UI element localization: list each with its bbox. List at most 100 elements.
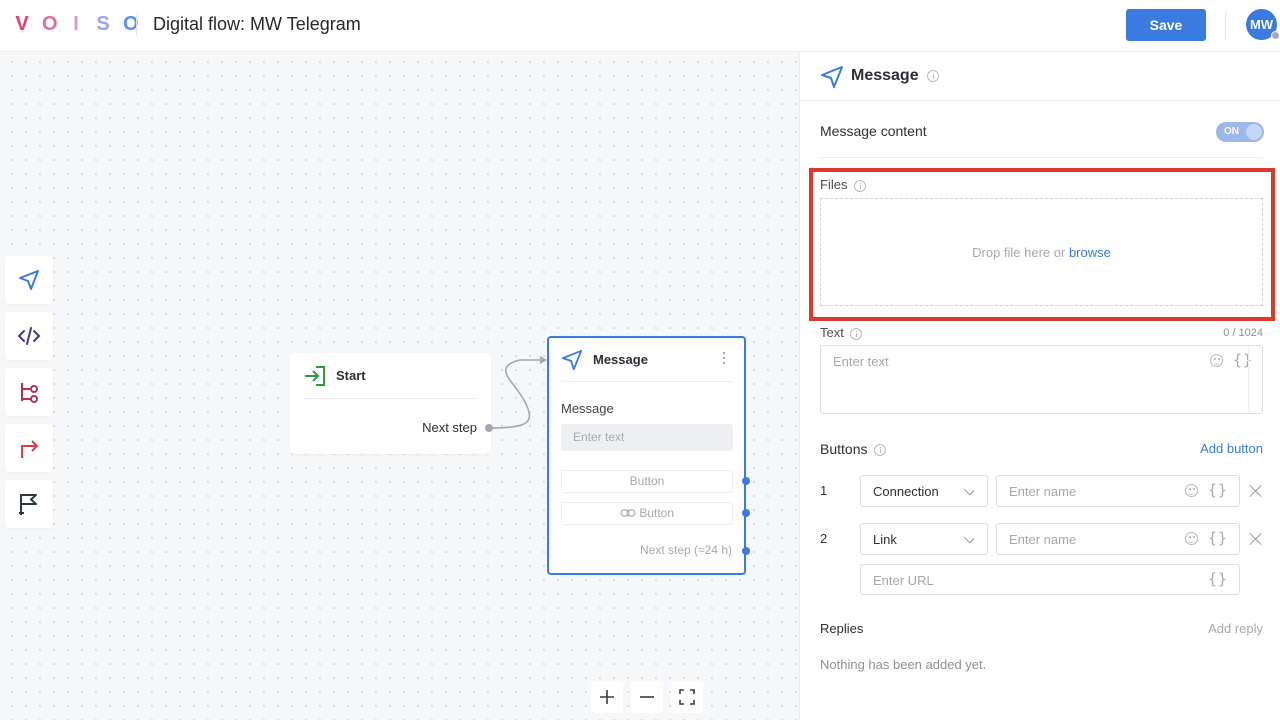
logo-letter: I [73, 13, 79, 35]
panel-title: Message [851, 67, 940, 85]
user-avatar[interactable]: MW [1246, 9, 1280, 40]
link-button-label: Button [639, 506, 675, 520]
node-header: Start [304, 353, 477, 399]
avatar-initials: MW [1249, 17, 1274, 32]
more-options-icon[interactable] [722, 352, 726, 364]
text-label: Text [820, 325, 863, 340]
input-placeholder: Enter URL [873, 573, 934, 588]
select-value: Connection [873, 484, 939, 499]
voiso-logo[interactable]: V O I S O [15, 13, 139, 36]
info-icon[interactable] [874, 444, 887, 457]
message-preview[interactable]: Enter text [561, 424, 733, 451]
buttons-label-text: Buttons [820, 441, 868, 457]
flow-canvas[interactable]: Start Next step Message Message Enter te… [0, 52, 799, 720]
fullscreen-icon [679, 689, 695, 705]
toggle-label: ON [1224, 126, 1239, 137]
add-button-link[interactable]: Add button [1200, 441, 1263, 456]
node-header: Message [561, 338, 732, 382]
save-button[interactable]: Save [1126, 9, 1206, 41]
divider [820, 157, 1263, 158]
button-type-select[interactable]: Connection [860, 475, 988, 507]
node-title: Start [336, 368, 366, 383]
message-label: Message [561, 401, 614, 416]
button-index: 2 [820, 531, 828, 546]
panel-title-text: Message [851, 67, 919, 84]
input-placeholder: Enter name [1009, 532, 1077, 547]
node-link-button[interactable]: Button [561, 502, 733, 525]
buttons-label: Buttons [820, 441, 887, 457]
add-reply-link[interactable]: Add reply [1208, 621, 1263, 636]
variables-icon[interactable]: {} [1208, 529, 1228, 547]
start-node[interactable]: Start Next step [290, 353, 493, 454]
next-step-label: Next step (≈24 h) [640, 543, 732, 557]
button-name-input[interactable]: Enter name {} [996, 523, 1240, 555]
scrollbar[interactable] [1248, 346, 1262, 413]
info-icon[interactable] [854, 179, 867, 192]
text-input[interactable]: Enter text {} [820, 345, 1263, 414]
button-url-input[interactable]: Enter URL {} [860, 564, 1240, 595]
redirect-icon [21, 440, 38, 458]
remove-button-icon[interactable] [1250, 533, 1262, 545]
button-index: 1 [820, 483, 828, 498]
top-bar: V O I S O Digital flow: MW Telegram Save… [0, 0, 1280, 52]
select-value: Link [873, 532, 897, 547]
output-port[interactable] [485, 424, 493, 432]
replies-label: Replies [820, 621, 864, 636]
remove-button-icon[interactable] [1250, 485, 1262, 497]
page-title: Digital flow: MW Telegram [153, 14, 361, 34]
tool-code[interactable] [5, 312, 53, 360]
header-divider [136, 15, 137, 35]
node-title: Message [593, 352, 648, 367]
properties-panel: Message Message content ON Files Drop fi… [799, 52, 1280, 720]
message-content-label: Message content [820, 123, 927, 139]
tool-message[interactable] [5, 256, 53, 304]
emoji-icon[interactable] [1185, 532, 1198, 545]
variables-icon[interactable]: {} [1208, 570, 1228, 588]
branch-icon [21, 383, 38, 403]
info-icon[interactable] [850, 327, 863, 340]
emoji-icon[interactable] [1210, 354, 1223, 367]
tool-finish[interactable] [5, 480, 53, 528]
send-icon [19, 270, 39, 290]
button-name-input[interactable]: Enter name {} [996, 475, 1240, 507]
logo-letter: V [15, 13, 29, 35]
chevron-down-icon [963, 532, 975, 544]
header-divider [1225, 12, 1226, 38]
chevron-down-icon [963, 484, 975, 496]
output-port[interactable] [742, 547, 750, 555]
code-icon [17, 327, 41, 345]
logo-letter: O [123, 13, 139, 35]
panel-header: Message [800, 52, 1280, 101]
files-label-text: Files [820, 177, 848, 192]
send-icon [821, 66, 843, 88]
node-button[interactable]: Button [561, 470, 733, 493]
status-indicator [1271, 31, 1280, 40]
fit-view-button[interactable] [671, 681, 703, 713]
dropzone-text: Drop file here or [972, 244, 1069, 260]
send-icon [561, 349, 583, 370]
input-placeholder: Enter name [1009, 484, 1077, 499]
flag-icon [19, 494, 37, 515]
files-label: Files [820, 177, 867, 192]
output-port[interactable] [742, 509, 750, 517]
info-icon[interactable] [927, 69, 940, 82]
logo-letter: S [96, 13, 110, 35]
logo-letter: O [42, 13, 58, 35]
browse-link[interactable]: browse [1069, 245, 1111, 260]
text-label-text: Text [820, 325, 844, 340]
tool-condition[interactable] [5, 368, 53, 416]
plus-icon [600, 690, 614, 704]
button-type-select[interactable]: Link [860, 523, 988, 555]
message-content-toggle[interactable]: ON [1216, 122, 1264, 142]
file-dropzone[interactable]: Drop file here or browse [820, 198, 1263, 306]
zoom-in-button[interactable] [591, 681, 623, 713]
emoji-icon[interactable] [1185, 484, 1198, 497]
tool-jump[interactable] [5, 424, 53, 472]
zoom-out-button[interactable] [631, 681, 663, 713]
minus-icon [640, 696, 654, 698]
replies-empty-state: Nothing has been added yet. [820, 657, 987, 672]
variables-icon[interactable]: {} [1208, 481, 1228, 499]
start-icon [305, 365, 325, 386]
output-port[interactable] [742, 477, 750, 485]
message-node[interactable]: Message Message Enter text Button Button… [547, 336, 750, 575]
